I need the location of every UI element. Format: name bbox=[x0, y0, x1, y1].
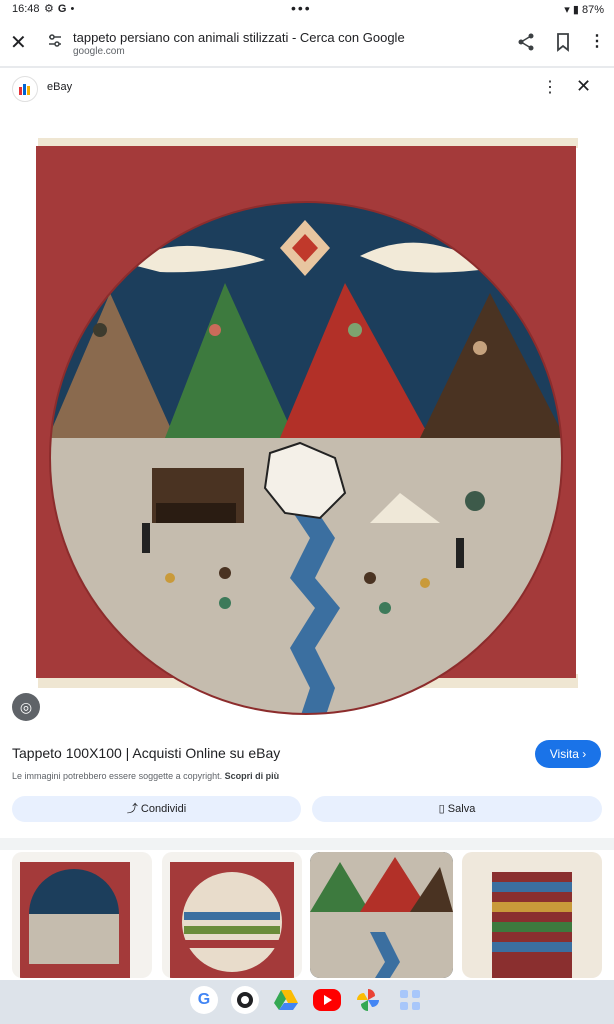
result-title[interactable]: Tappeto 100X100 | Acquisti Online su eBa… bbox=[12, 745, 280, 761]
bookmark-icon[interactable] bbox=[552, 31, 574, 53]
share-label: Condividi bbox=[140, 803, 187, 815]
related-thumb[interactable] bbox=[12, 852, 152, 978]
more-options-icon[interactable]: ⋮ bbox=[542, 77, 558, 97]
related-images bbox=[0, 850, 614, 980]
top-bar: ✕ tappeto persiano con animali stilizzat… bbox=[0, 20, 614, 66]
gear-icon: ⚙ bbox=[44, 3, 58, 15]
share-small-icon: ⤴ bbox=[126, 803, 138, 815]
app-dock: G bbox=[0, 980, 614, 1024]
status-time: 16:48 bbox=[12, 3, 40, 15]
battery-level: 87% bbox=[581, 4, 604, 16]
tune-icon[interactable] bbox=[47, 33, 63, 49]
more-dots-icon[interactable]: ••• bbox=[291, 0, 312, 16]
status-right: ▾ ▮ 87% bbox=[564, 3, 604, 16]
youtube-icon[interactable] bbox=[313, 989, 341, 1011]
copyright-text: Le immagini potrebbero essere soggette a… bbox=[12, 771, 223, 781]
save-label: Salva bbox=[447, 803, 476, 815]
wifi-icon: ▾ bbox=[564, 4, 570, 16]
visit-label: Visita bbox=[549, 747, 579, 761]
copyright-notice: Le immagini potrebbero essere soggette a… bbox=[12, 771, 279, 781]
source-row: eBay ⋮ ✕ bbox=[0, 68, 614, 108]
status-icons: ⚙G• bbox=[44, 2, 78, 15]
google-icon[interactable]: G bbox=[190, 986, 218, 1014]
learn-more-link[interactable]: Scopri di più bbox=[225, 771, 280, 781]
photos-icon[interactable] bbox=[354, 986, 382, 1014]
related-thumb[interactable] bbox=[310, 852, 453, 978]
page-domain: google.com bbox=[73, 46, 125, 57]
section-separator bbox=[0, 838, 614, 850]
rug-illustration bbox=[36, 138, 578, 715]
save-button[interactable]: ▯ Salva bbox=[312, 796, 602, 822]
source-name[interactable]: eBay bbox=[47, 81, 72, 93]
rug-image[interactable] bbox=[0, 108, 614, 728]
bookmark-small-icon: ▯ bbox=[438, 803, 445, 815]
google-g-icon: G bbox=[57, 3, 71, 15]
dot-icon: • bbox=[70, 3, 79, 15]
page-title: tappeto persiano con animali stilizzati … bbox=[73, 30, 405, 45]
related-thumb[interactable] bbox=[162, 852, 302, 978]
related-thumb[interactable] bbox=[462, 852, 602, 978]
google-lens-icon[interactable]: ◎ bbox=[12, 693, 40, 721]
share-button[interactable]: ⤴ Condividi bbox=[12, 796, 301, 822]
battery-icon: ▮ bbox=[572, 4, 579, 16]
close-preview-icon[interactable]: ✕ bbox=[576, 76, 591, 97]
ebay-favicon-icon[interactable] bbox=[12, 76, 38, 102]
app-drawer-icon[interactable] bbox=[396, 986, 424, 1014]
status-bar: 16:48 ⚙G• ••• ▾ ▮ 87% bbox=[0, 0, 614, 20]
more-vert-icon[interactable]: ⋮ bbox=[586, 31, 608, 53]
chevron-right-icon: › bbox=[582, 747, 587, 761]
result-card: eBay ⋮ ✕ ◎ Tappeto 100X100 | Acquisti On… bbox=[0, 68, 614, 838]
close-icon[interactable]: ✕ bbox=[10, 30, 27, 55]
visit-button[interactable]: Visita › bbox=[535, 740, 601, 768]
camera-icon[interactable] bbox=[231, 986, 259, 1014]
share-icon[interactable] bbox=[515, 31, 537, 53]
drive-icon[interactable] bbox=[272, 986, 300, 1014]
